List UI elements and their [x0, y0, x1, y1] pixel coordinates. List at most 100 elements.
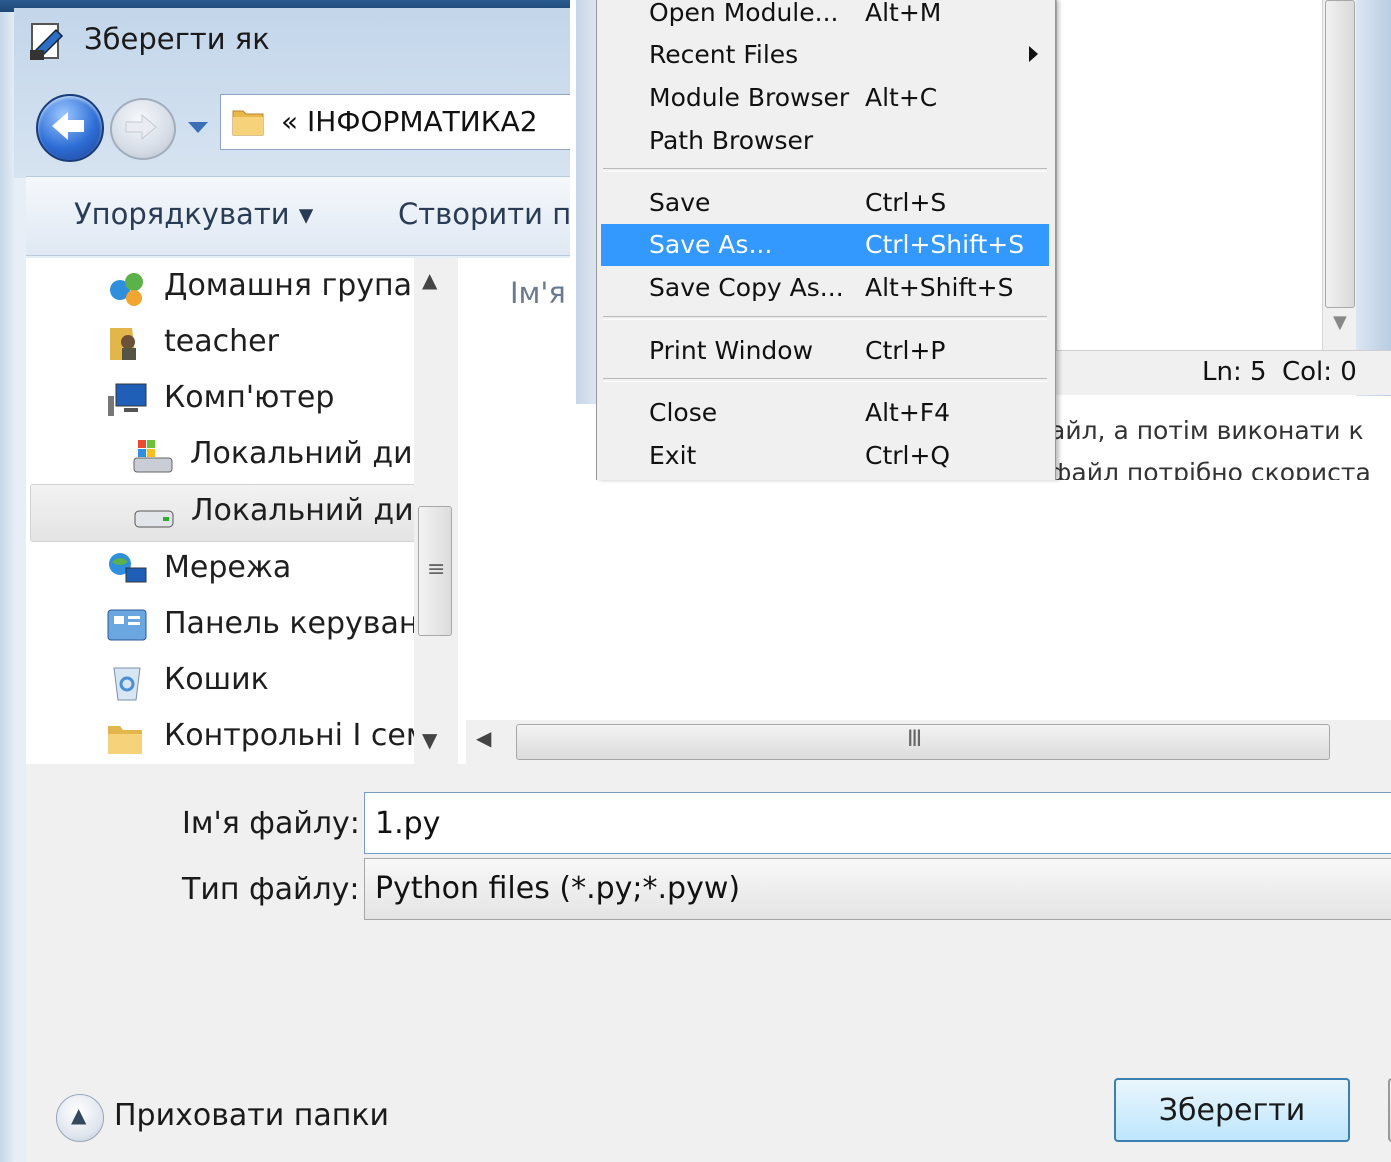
control-panel-icon	[106, 606, 148, 646]
idle-scroll-thumb[interactable]	[1325, 0, 1355, 308]
column-header-name[interactable]: Ім'я	[510, 276, 566, 310]
organize-button[interactable]: Упорядкувати ▾	[74, 197, 313, 231]
hide-folders-button[interactable]: ▲	[56, 1094, 104, 1142]
nav-item-network[interactable]: Мережа	[26, 542, 416, 598]
nav-item-local-disk-c[interactable]: Локальний дис	[26, 428, 416, 484]
back-button[interactable]	[36, 94, 104, 162]
menu-item-close[interactable]: Close Alt+F4	[601, 392, 1049, 434]
menu-item-module-browser[interactable]: Module Browser Alt+C	[601, 77, 1049, 119]
nav-item-teacher[interactable]: teacher	[26, 316, 416, 372]
idle-window-frame	[576, 0, 598, 404]
nav-item-control-panel[interactable]: Панель керуванн	[26, 598, 416, 654]
save-button[interactable]: Зберегти	[1114, 1078, 1350, 1142]
menu-item-shortcut: Alt+M	[865, 0, 942, 27]
menu-item-path-browser[interactable]: Path Browser	[601, 120, 1049, 162]
nav-item-folder-control[interactable]: Контрольні І сем	[26, 710, 416, 766]
menu-item-save-as[interactable]: Save As... Ctrl+Shift+S	[601, 224, 1049, 266]
menu-item-shortcut: Alt+F4	[865, 398, 951, 427]
nav-item-label: Комп'ютер	[164, 380, 335, 415]
menu-separator	[603, 316, 1047, 320]
nav-item-label: Панель керуванн	[164, 606, 416, 641]
filename-input[interactable]	[364, 792, 1391, 854]
nav-scrollbar[interactable]: ▲ ≡ ▼	[414, 258, 458, 764]
menu-item-label: Module Browser	[649, 83, 850, 112]
filename-label: Ім'я файлу:	[182, 806, 360, 841]
forward-arrow-icon	[125, 113, 157, 141]
document-line: айл, а потім виконати к	[1056, 416, 1364, 445]
scroll-up-icon[interactable]: ▲	[422, 268, 437, 292]
nav-item-label: Локальний дис	[190, 436, 416, 471]
menu-item-label: Save	[649, 188, 711, 217]
new-folder-button[interactable]: Створити па	[398, 197, 589, 231]
drive-icon	[133, 493, 175, 533]
menu-item-shortcut: Alt+C	[865, 83, 938, 112]
address-bar[interactable]: « ІНФОРМАТИКА2	[220, 94, 600, 150]
column-indicator: Col: 0	[1282, 357, 1357, 387]
nav-item-label: Контрольні І сем	[164, 718, 416, 753]
window-title: Зберегти як	[84, 22, 270, 56]
nav-item-homegroup[interactable]: Домашня група	[26, 260, 416, 316]
folder-icon	[106, 718, 148, 758]
menu-item-label: Exit	[649, 441, 697, 470]
menu-item-shortcut: Ctrl+Shift+S	[865, 230, 1025, 259]
address-path: « ІНФОРМАТИКА2	[281, 105, 538, 138]
nav-item-label: teacher	[164, 324, 279, 359]
menu-item-label: Save As...	[649, 230, 773, 259]
nav-item-local-disk-d[interactable]: Локальний дис	[30, 484, 420, 542]
filetype-select[interactable]: Python files (*.py;*.pyw)	[364, 858, 1391, 920]
menu-item-label: Recent Files	[649, 40, 799, 69]
nav-scroll-thumb[interactable]: ≡	[418, 506, 452, 636]
forward-button[interactable]	[110, 98, 176, 160]
save-document-icon	[26, 20, 70, 64]
recent-locations-dropdown[interactable]	[186, 118, 210, 136]
recycle-bin-icon	[106, 662, 148, 702]
nav-item-recycle-bin[interactable]: Кошик	[26, 654, 416, 710]
system-drive-icon	[132, 436, 174, 476]
menu-item-shortcut: Ctrl+P	[865, 336, 946, 365]
menu-item-save-copy-as[interactable]: Save Copy As... Alt+Shift+S	[601, 267, 1049, 309]
back-arrow-icon	[52, 112, 84, 140]
menu-item-shortcut: Alt+Shift+S	[865, 273, 1014, 302]
window-edge	[0, 12, 14, 1162]
network-icon	[106, 550, 148, 590]
menu-separator	[603, 168, 1047, 172]
file-list-hscrollbar[interactable]: ◀ Ⅲ	[466, 720, 1391, 764]
background-document: айл, а потім виконати к файл потрібно ск…	[1056, 396, 1391, 480]
scroll-down-icon[interactable]: ▼	[422, 728, 437, 752]
chevron-up-icon: ▲	[71, 1103, 87, 1127]
grip-icon: Ⅲ	[907, 727, 923, 752]
menu-item-recent-files[interactable]: Recent Files	[601, 34, 1049, 76]
scroll-down-icon[interactable]: ▼	[1333, 312, 1347, 333]
chevron-down-icon	[188, 122, 208, 133]
document-line: файл потрібно скориста	[1056, 458, 1371, 480]
idle-status-bar: Ln: 5 Col: 0	[1056, 350, 1391, 395]
menu-item-print-window[interactable]: Print Window Ctrl+P	[601, 330, 1049, 372]
hide-folders-label[interactable]: Приховати папки	[114, 1098, 389, 1133]
hscroll-thumb[interactable]: Ⅲ	[516, 724, 1330, 760]
scroll-left-icon[interactable]: ◀	[476, 726, 491, 750]
navigation-pane: Домашня група teacher Комп'ютер Локальни…	[26, 258, 466, 764]
menu-item-label: Print Window	[649, 336, 814, 365]
folder-icon	[231, 105, 265, 137]
filetype-value: Python files (*.py;*.pyw)	[375, 871, 741, 906]
grip-icon: ≡	[427, 557, 446, 582]
nav-item-label: Локальний дис	[191, 493, 420, 528]
menu-item-shortcut: Ctrl+Q	[865, 441, 951, 470]
idle-scrollbar[interactable]: ▼	[1322, 0, 1359, 350]
menu-item-save[interactable]: Save Ctrl+S	[601, 182, 1049, 224]
user-folder-icon	[106, 324, 148, 364]
nav-item-label: Домашня група	[164, 268, 413, 303]
line-indicator: Ln: 5	[1202, 357, 1267, 387]
menu-item-label: Path Browser	[649, 126, 814, 155]
menu-item-label: Close	[649, 398, 718, 427]
menu-item-open-module[interactable]: Open Module... Alt+M	[601, 0, 1049, 34]
nav-item-computer[interactable]: Комп'ютер	[26, 372, 416, 428]
filetype-label: Тип файлу:	[182, 872, 360, 907]
nav-item-label: Кошик	[164, 662, 269, 697]
menu-item-label: Open Module...	[649, 0, 839, 27]
nav-item-label: Мережа	[164, 550, 292, 585]
computer-icon	[106, 380, 148, 420]
menu-item-exit[interactable]: Exit Ctrl+Q	[601, 435, 1049, 477]
file-menu: Open Module... Alt+M Recent Files Module…	[596, 0, 1056, 480]
menu-item-label: Save Copy As...	[649, 273, 844, 302]
